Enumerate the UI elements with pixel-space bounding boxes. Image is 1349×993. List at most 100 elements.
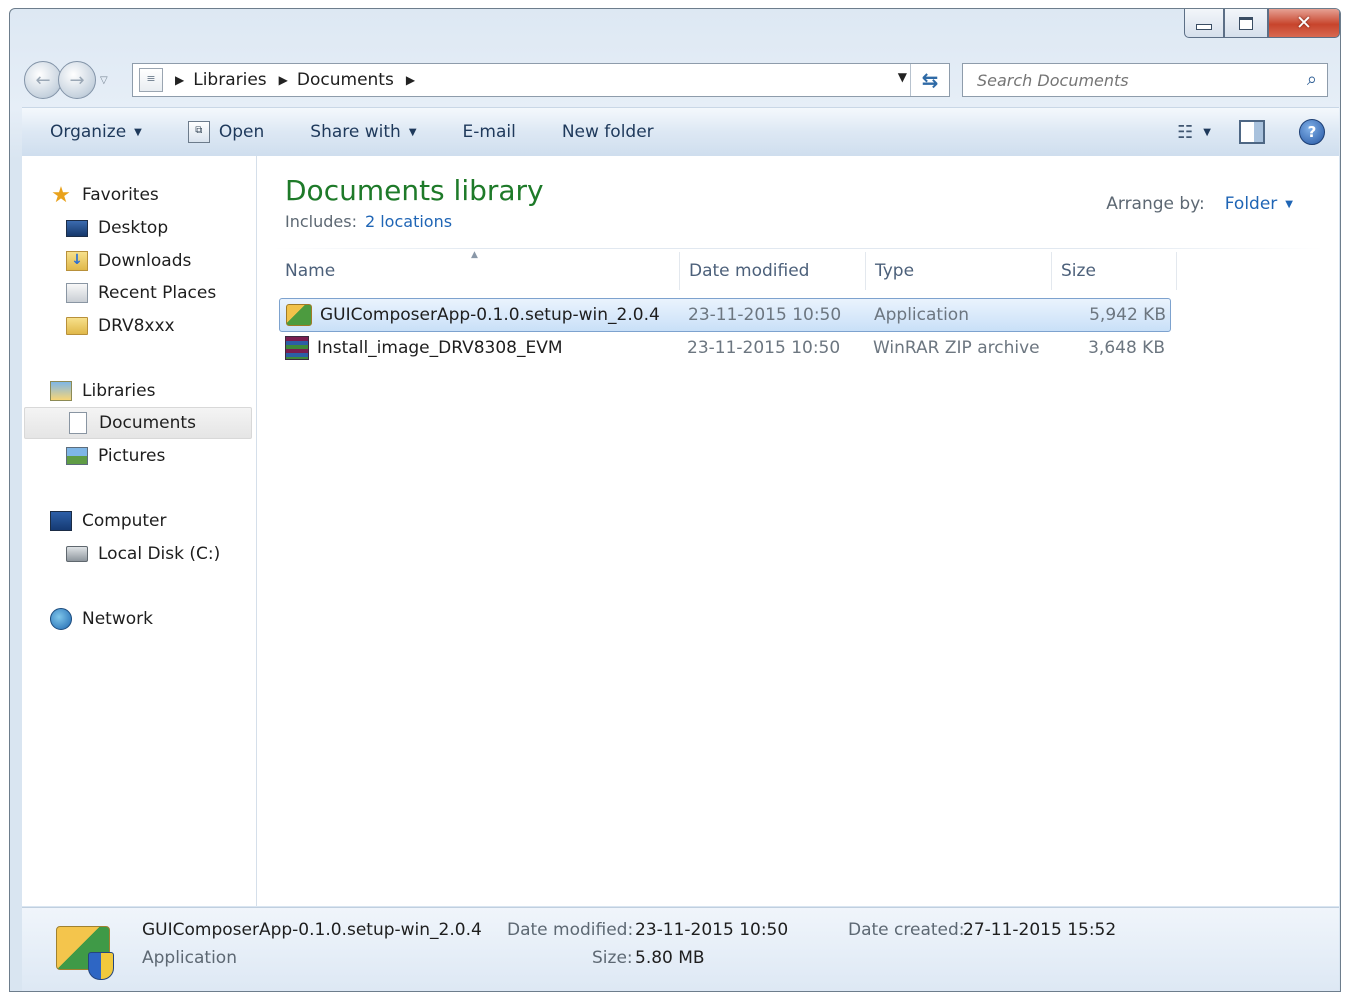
navigation-pane: ★ Favorites Desktop ↓ Downloads Recent Pla… [22,156,257,906]
documents-icon [67,412,89,434]
sidebar-item-libraries[interactable]: Libraries [50,375,155,407]
sidebar-item-drv8xxx[interactable]: DRV8xxx [66,310,175,342]
installer-icon [286,304,312,326]
desktop-icon [66,218,88,238]
search-input[interactable] [975,69,1289,91]
column-header-date-modified[interactable]: Date modified [681,252,866,290]
close-icon: ✕ [1296,12,1312,34]
chevron-down-icon[interactable]: ▼ [1203,127,1211,138]
back-button[interactable]: ← [24,61,62,99]
breadcrumb-libraries[interactable]: Libraries [193,70,266,90]
chevron-down-icon[interactable]: ▼ [1285,199,1293,210]
file-name: GUIComposerApp-0.1.0.setup-win_2.0.4 [320,305,660,325]
sidebar-item-label: Network [82,609,153,629]
sidebar-item-documents[interactable]: Documents [24,407,252,439]
file-date: 23-11-2015 10:50 [688,305,842,325]
sidebar-item-label: Libraries [82,381,156,401]
sidebar-item-label: Pictures [98,446,166,466]
sidebar-item-recent-places[interactable]: Recent Places [66,277,216,309]
sidebar-item-label: Downloads [98,251,192,271]
header-divider [273,248,1323,249]
star-icon: ★ [51,182,71,208]
column-header-name[interactable]: Name [277,252,680,290]
open-icon: ⧉ [187,121,210,143]
sidebar-item-local-disk[interactable]: Local Disk (C:) [66,538,220,570]
arrange-by-dropdown[interactable]: Folder [1225,194,1278,214]
breadcrumb-separator-icon[interactable]: ▶ [175,73,184,87]
breadcrumb-separator-icon[interactable]: ▶ [406,73,415,87]
address-bar[interactable]: ≡ ▶ Libraries ▶ Documents ▶ ▼ ⇆ [132,63,950,97]
new-folder-button[interactable]: New folder [562,122,654,142]
network-icon [50,608,72,630]
sidebar-item-desktop[interactable]: Desktop [66,212,168,244]
file-name: Install_image_DRV8308_EVM [317,338,563,358]
winrar-icon [285,336,309,360]
details-date-created: 27-11-2015 15:52 [963,920,1117,940]
forward-arrow-icon: → [69,69,85,91]
organize-label: Organize [50,122,127,142]
search-box: ⌕ [962,63,1328,97]
refresh-button[interactable]: ⇆ [910,64,949,96]
organize-button[interactable]: Organize ▼ [50,122,142,142]
arrange-by-label: Arrange by: [1106,194,1205,214]
view-options-icon[interactable]: ☷ [1177,122,1193,143]
sidebar-item-computer[interactable]: Computer [50,505,167,537]
file-row[interactable]: GUIComposerApp-0.1.0.setup-win_2.0.4 23-… [279,298,1171,332]
maximize-button[interactable] [1224,9,1268,38]
forward-button[interactable]: → [58,61,96,99]
sidebar-item-label: DRV8xxx [98,316,175,336]
library-icon: ≡ [139,68,163,92]
sidebar-item-label: Computer [82,511,167,531]
column-header-type[interactable]: Type [867,252,1052,290]
sidebar-item-pictures[interactable]: Pictures [66,440,165,472]
minimize-icon [1196,24,1212,30]
folder-icon [66,316,88,336]
open-button[interactable]: ⧉ Open [187,121,265,143]
file-date: 23-11-2015 10:50 [687,338,841,358]
nav-buttons: ← → ▽ [24,61,108,99]
breadcrumb-documents[interactable]: Documents [297,70,394,90]
library-title: Documents library [285,174,544,207]
sidebar-item-label: Local Disk (C:) [98,544,221,564]
chevron-down-icon: ▼ [408,126,417,138]
caption-buttons: ✕ [1184,9,1340,38]
file-size: 5,942 KB [1089,305,1166,325]
column-header-size[interactable]: Size [1053,252,1177,290]
email-button[interactable]: E-mail [463,122,516,142]
file-type: Application [874,305,969,325]
details-size-label: Size: [592,948,633,968]
sidebar-item-downloads[interactable]: ↓ Downloads [66,245,191,277]
sidebar-item-network[interactable]: Network [50,603,153,635]
sidebar-item-label: Recent Places [98,283,217,303]
preview-pane-icon[interactable] [1239,120,1265,144]
libraries-icon [50,381,72,401]
minimize-button[interactable] [1184,9,1224,38]
chevron-down-icon: ▼ [134,126,142,138]
downloads-folder-icon: ↓ [66,251,88,271]
sidebar-item-label: Favorites [82,185,159,205]
file-size: 3,648 KB [1088,338,1165,358]
help-icon[interactable]: ? [1299,119,1325,145]
file-name-cell: GUIComposerApp-0.1.0.setup-win_2.0.4 [286,299,660,331]
disk-drive-icon [66,544,88,564]
maximize-icon [1239,16,1253,30]
details-pane: GUIComposerApp-0.1.0.setup-win_2.0.4 App… [22,907,1339,991]
details-date-modified-label: Date modified: [507,920,634,940]
recent-pages-dropdown[interactable]: ▽ [100,75,108,86]
file-list-pane: Documents library Includes: 2 locations A… [257,156,1339,906]
breadcrumb-separator-icon[interactable]: ▶ [279,73,288,87]
share-with-label: Share with [310,122,401,142]
view-controls: ☷ ▼ ? [1177,108,1339,156]
sidebar-item-label: Desktop [98,218,169,238]
share-with-button[interactable]: Share with ▼ [310,122,416,142]
open-label: Open [218,122,265,142]
search-icon[interactable]: ⌕ [1307,69,1317,90]
file-row[interactable]: Install_image_DRV8308_EVM 23-11-2015 10:… [279,332,1169,364]
library-includes: Includes: 2 locations [285,212,452,231]
close-button[interactable]: ✕ [1268,9,1340,38]
address-dropdown-icon[interactable]: ▼ [898,70,907,84]
details-size: 5.80 MB [635,948,705,968]
locations-link[interactable]: 2 locations [365,212,452,231]
command-bar: Organize ▼ ⧉ Open Share with ▼ E-mail New f… [22,107,1339,157]
sidebar-item-favorites[interactable]: ★ Favorites [50,179,159,211]
